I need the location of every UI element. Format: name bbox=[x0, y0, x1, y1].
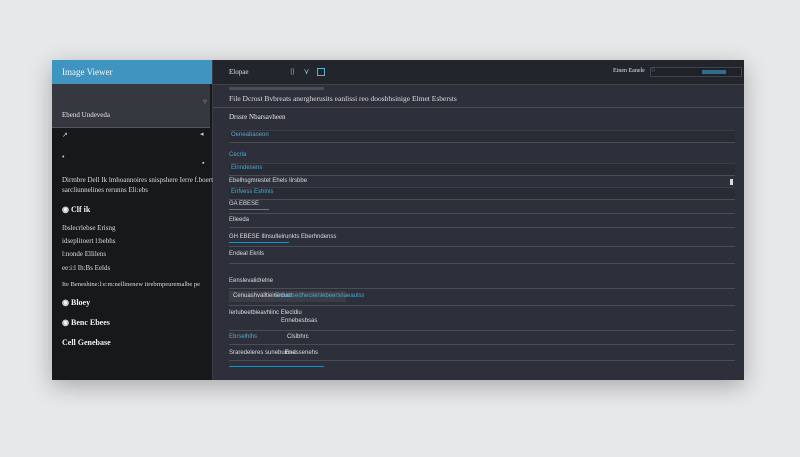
marker-icon: ▪ bbox=[202, 160, 205, 167]
dot-icon: • bbox=[62, 154, 65, 161]
scroll-handle[interactable] bbox=[730, 179, 733, 185]
sidebar-item[interactable]: Ite Beneshine:l:e:m:nellinenew itrebrnpe… bbox=[62, 281, 200, 288]
divider bbox=[229, 227, 735, 228]
cursor-icon[interactable]: ↗ bbox=[62, 131, 68, 139]
arrow-icon[interactable]: ◂ bbox=[200, 130, 204, 138]
section-title: Drssre Nbarsavheen bbox=[229, 113, 286, 121]
divider bbox=[229, 209, 269, 210]
divider bbox=[229, 246, 735, 247]
divider bbox=[229, 305, 735, 306]
menu-items[interactable]: File Dcrost Bvbreats anergherusits eanli… bbox=[229, 94, 457, 103]
field-label: Cecrla bbox=[229, 152, 247, 158]
sidebar-header-panel[interactable]: ▿ Ebend Undeveda bbox=[52, 84, 210, 128]
radio-icon: ◉ bbox=[62, 318, 71, 327]
frame-icon[interactable]: ⌷ bbox=[288, 67, 297, 76]
filter-icon[interactable]: ⋎ bbox=[302, 67, 311, 76]
field-label: Elleeda bbox=[229, 217, 250, 223]
field-label: Ebelhsgmrestet Ehels Ilrsbbe bbox=[229, 178, 308, 184]
search-value bbox=[702, 70, 726, 74]
sidebar-item[interactable]: Dirmbre Dell Ik lmhoannoires snispshere … bbox=[62, 176, 213, 184]
menu-bar: File Dcrost Bvbreats anergherusits eanli… bbox=[213, 85, 744, 108]
chevron-down-icon[interactable]: ▿ bbox=[203, 97, 207, 106]
toolbar: Elopae ⌷ ⋎ Einen Eanele ○ bbox=[213, 60, 744, 85]
sidebar-item[interactable]: ◉ Bloey bbox=[62, 298, 90, 307]
window-title: Image Viewer bbox=[52, 60, 212, 84]
toolbar-right-label: Einen Eanele bbox=[613, 68, 645, 74]
field-value: Enbessedhecleinlebeersnaeaulss bbox=[275, 293, 365, 299]
sidebar-item[interactable]: idseplitoert l:bebhs bbox=[62, 237, 115, 245]
sidebar-item[interactable]: ◉ Clf ik bbox=[62, 205, 90, 214]
field-value: Enessenehs bbox=[285, 350, 319, 356]
sidebar-item[interactable]: sarcliunnelines rerunns Eli:ebs bbox=[62, 186, 148, 194]
sidebar-item[interactable]: l:nonde Ellilens bbox=[62, 250, 106, 258]
divider bbox=[229, 213, 735, 214]
main-panel: Elopae ⌷ ⋎ Einen Eanele ○ File Dcrost Bv… bbox=[213, 60, 744, 380]
field-value: Oeneabaseon bbox=[231, 132, 269, 138]
app-window: Image Viewer ▿ Ebend Undeveda ◂ ↗ • ▪ Di… bbox=[52, 60, 744, 380]
divider bbox=[229, 263, 735, 264]
sidebar-item[interactable]: Cell Genebase bbox=[62, 338, 111, 347]
sidebar-item[interactable]: ee:i:l Ih:Bs Eelds bbox=[62, 264, 110, 272]
field-label: Ebrselhlhs bbox=[229, 334, 258, 340]
menu-strip bbox=[229, 87, 324, 90]
field-value: Enfvess Eshlnis bbox=[231, 189, 274, 195]
toolbar-label: Elopae bbox=[229, 68, 249, 76]
radio-icon: ◉ bbox=[62, 205, 71, 214]
field-value: Clslbhrc bbox=[287, 334, 309, 340]
divider bbox=[229, 366, 324, 367]
sidebar-item[interactable]: ◉ Benc Ebees bbox=[62, 318, 110, 327]
divider bbox=[229, 360, 735, 361]
sidebar: Image Viewer ▿ Ebend Undeveda ◂ ↗ • ▪ Di… bbox=[52, 60, 213, 380]
divider bbox=[229, 330, 735, 331]
divider bbox=[229, 288, 735, 289]
divider bbox=[229, 344, 735, 345]
search-icon: ○ bbox=[651, 67, 656, 74]
radio-icon: ◉ bbox=[62, 298, 71, 307]
text-field[interactable]: Elnndesens bbox=[229, 163, 735, 176]
search-input[interactable]: ○ bbox=[650, 67, 742, 77]
field-label: Ierlubeetbieavhlinc Elecldiu bbox=[229, 310, 302, 316]
sidebar-header-label: Ebend Undeveda bbox=[62, 111, 111, 119]
field-label: Endeal Ekrils bbox=[229, 251, 265, 257]
text-field[interactable]: Enfvess Eshlnis bbox=[229, 187, 735, 200]
field-label: GA EBESE bbox=[229, 201, 260, 207]
field-label: GH EBESE Illnsulteirunkts Eberhndenss bbox=[229, 234, 337, 240]
field-value: Ennebesbsas bbox=[281, 318, 318, 324]
text-field[interactable]: Oeneabaseon bbox=[229, 130, 735, 143]
field-label: Eenslevalidrelne bbox=[229, 278, 274, 284]
divider bbox=[229, 242, 289, 243]
pin-icon[interactable] bbox=[317, 68, 325, 76]
sidebar-item[interactable]: Ibslecrlebse Erisng bbox=[62, 224, 115, 232]
field-value: Elnndesens bbox=[231, 165, 263, 171]
